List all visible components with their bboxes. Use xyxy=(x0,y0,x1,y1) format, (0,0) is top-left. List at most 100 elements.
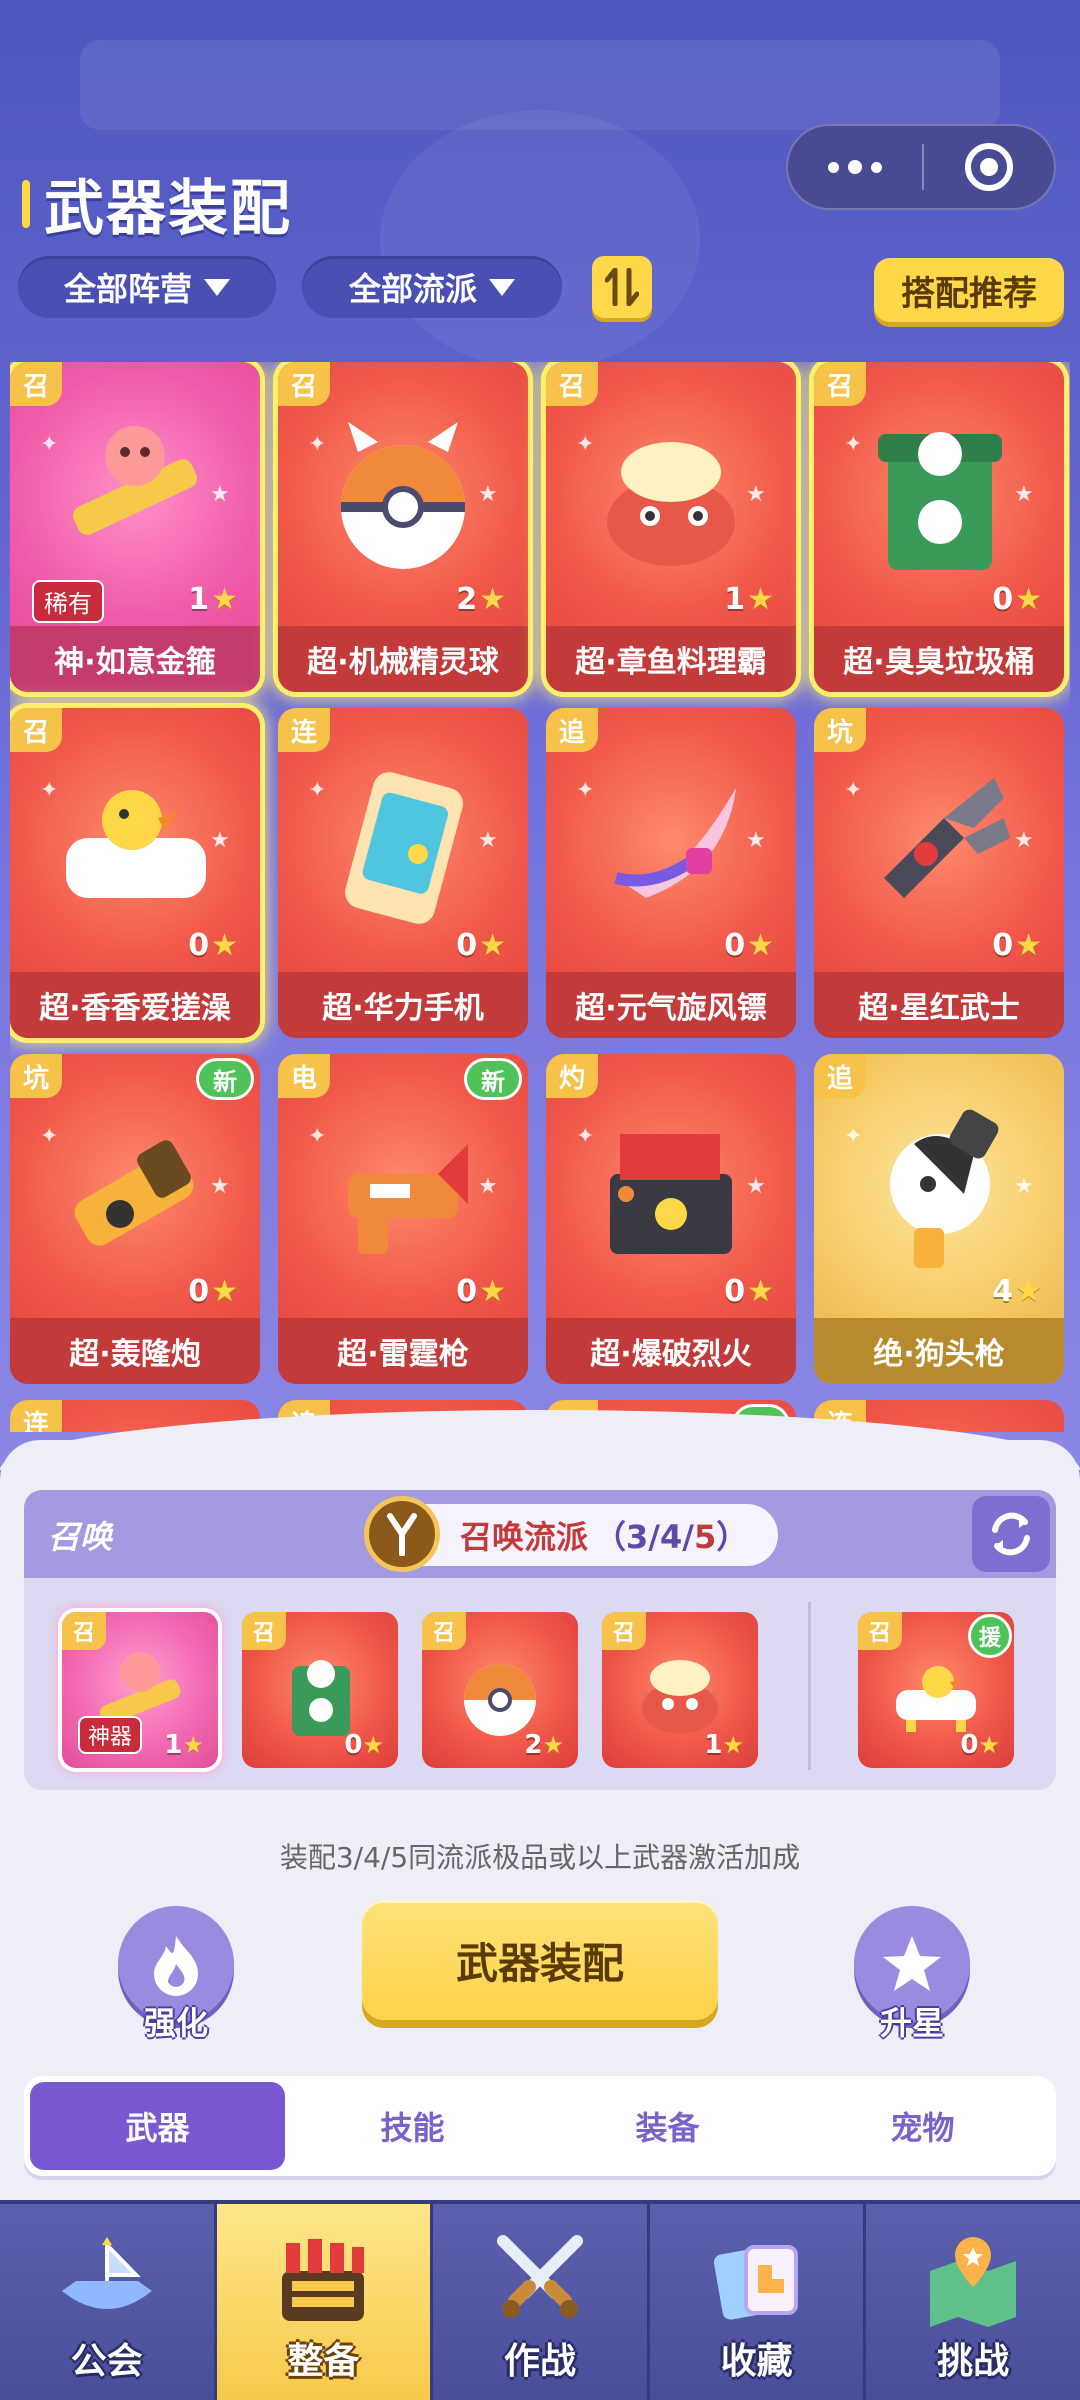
weapon-card[interactable]: ✦ ★ 坑新 0 ★ 超·轰隆炮 xyxy=(10,1054,260,1384)
weapon-art xyxy=(73,426,197,535)
camp-filter-label: 全部阵营 xyxy=(63,270,192,308)
more-button[interactable] xyxy=(788,160,922,174)
weapon-name: 神·如意金箍 xyxy=(10,626,260,692)
weapon-type-tag: 坑 xyxy=(814,708,866,752)
star-icon: ★ xyxy=(747,928,774,963)
weapon-art xyxy=(890,1109,999,1268)
weapon-card[interactable]: ✦ ★ 召稀有 1 ★ 神·如意金箍 xyxy=(10,362,260,692)
star-count: 0 ★ xyxy=(456,1274,506,1309)
weapon-art xyxy=(345,772,463,924)
page-title-text: 武器装配 xyxy=(44,174,292,244)
tab-weapons[interactable]: 武器 xyxy=(30,2082,285,2170)
weapon-card[interactable]: ✦ ★ 电新 0 ★ 超·雷霆枪 xyxy=(278,1054,528,1384)
weapon-card[interactable]: ✦ ★ 召 0 ★ 超·香香爱搓澡 xyxy=(10,708,260,1038)
assist-slot[interactable]: 召 援 0 ★ xyxy=(858,1612,1014,1768)
nav-challenge[interactable]: 挑战 xyxy=(866,2204,1080,2400)
weapon-art xyxy=(66,790,206,898)
more-dot-icon xyxy=(848,160,862,174)
flame-icon xyxy=(154,1936,198,1996)
slot-divider xyxy=(808,1602,811,1770)
map-pin-icon xyxy=(913,2226,1033,2336)
weapon-art xyxy=(610,1134,732,1254)
weapon-type-tag: 召 xyxy=(10,362,62,406)
cards-icon xyxy=(697,2226,817,2336)
star-count: 0 ★ xyxy=(992,928,1042,963)
nav-guild[interactable]: 公会 xyxy=(0,2204,217,2400)
tab-pets[interactable]: 宠物 xyxy=(795,2082,1050,2170)
star-count: 1 ★ xyxy=(188,582,238,617)
camp-filter-dropdown[interactable]: 全部阵营 xyxy=(18,256,276,318)
new-badge: 新 xyxy=(196,1058,254,1100)
tab-skills[interactable]: 技能 xyxy=(285,2082,540,2170)
summon-school-icon xyxy=(364,1496,440,1572)
equip-weapon-button[interactable]: 武器装配 xyxy=(362,1900,718,2020)
star-count: 0 ★ xyxy=(960,1730,1000,1760)
weapon-grid: ✦ ★ 召稀有 1 ★ 神·如意金箍 ✦ ★ 召 2 ★ 超·机械精灵球 ✦ ★ 召 1 ★ 超·章鱼料理霸 ✦ ★ 召… xyxy=(10,362,1070,1432)
weapon-type-tag: 召 xyxy=(858,1612,902,1650)
weapon-art xyxy=(614,788,736,898)
weapon-type-tag: 召 xyxy=(242,1612,286,1650)
weapon-type-tag: 召 xyxy=(422,1612,466,1650)
equipped-weapon-slot[interactable]: 召 1 ★ xyxy=(602,1612,758,1768)
weapon-card[interactable]: ✦ ★ 召 2 ★ 超·机械精灵球 xyxy=(278,362,528,692)
target-icon xyxy=(965,143,1013,191)
school-filter-dropdown[interactable]: 全部流派 xyxy=(302,256,562,318)
weapon-name: 超·轰隆炮 xyxy=(10,1318,260,1384)
nav-collection[interactable]: 收藏 xyxy=(649,2204,867,2400)
star-icon: ★ xyxy=(479,1274,506,1309)
nav-battle-label: 作战 xyxy=(503,2341,576,2382)
star-icon xyxy=(883,1936,941,1991)
weapon-type-tag: 召 xyxy=(814,362,866,406)
weapon-type-tag: 追 xyxy=(814,1054,866,1098)
category-tabs: 武器 技能 装备 宠物 xyxy=(24,2076,1056,2176)
weapon-type-tag: 灼 xyxy=(546,1054,598,1098)
weapon-type-tag: 召 xyxy=(278,362,330,406)
weapon-card[interactable]: ✦ ★ 追 4 ★ 绝·狗头枪 xyxy=(814,1054,1064,1384)
crossed-swords-icon xyxy=(480,2226,600,2336)
equipped-weapon-slot[interactable]: 召神器 1 ★ xyxy=(62,1612,218,1768)
weapon-card[interactable]: ✦ ★ 召 0 ★ 超·臭臭垃圾桶 xyxy=(814,362,1064,692)
star-count: 1 ★ xyxy=(724,582,774,617)
equipped-weapon-slot[interactable]: 召 0 ★ xyxy=(242,1612,398,1768)
chevron-down-icon xyxy=(204,278,230,296)
equipped-weapon-slot[interactable]: 召 2 ★ xyxy=(422,1612,578,1768)
weapon-name: 超·章鱼料理霸 xyxy=(546,626,796,692)
weapon-name: 超·机械精灵球 xyxy=(278,626,528,692)
star-icon: ★ xyxy=(1015,1274,1042,1309)
weapon-type-tag: 连 xyxy=(10,1400,62,1432)
weapon-name: 超·元气旋风镖 xyxy=(546,972,796,1038)
weapon-art xyxy=(884,778,1010,898)
star-icon: ★ xyxy=(211,582,238,617)
nav-collection-label: 收藏 xyxy=(720,2341,793,2382)
nav-battle[interactable]: 作战 xyxy=(433,2204,650,2400)
star-count: 0 ★ xyxy=(188,1274,238,1309)
weapon-name: 超·雷霆枪 xyxy=(278,1318,528,1384)
recommend-button[interactable]: 搭配推荐 xyxy=(874,258,1064,322)
weapon-card[interactable]: ✦ ★ 坑 0 ★ 超·星红武士 xyxy=(814,708,1064,1038)
strengthen-label: 强化 xyxy=(143,2004,208,2042)
nav-challenge-label: 挑战 xyxy=(937,2341,1010,2382)
guild-ship-icon xyxy=(47,2226,167,2336)
weapon-art xyxy=(642,1660,718,1734)
weapon-name: 绝·狗头枪 xyxy=(814,1318,1064,1384)
sort-icon xyxy=(605,268,639,306)
star-count: 0 ★ xyxy=(456,928,506,963)
weapon-type-tag: 召 xyxy=(602,1612,646,1650)
tab-equipment[interactable]: 装备 xyxy=(540,2082,795,2170)
weapon-card[interactable]: ✦ ★ 召 1 ★ 超·章鱼料理霸 xyxy=(546,362,796,692)
dynamite-icon xyxy=(263,2226,383,2336)
refresh-button[interactable] xyxy=(972,1496,1050,1572)
weapon-card[interactable]: ✦ ★ 灼 0 ★ 超·爆破烈火 xyxy=(546,1054,796,1384)
close-miniprogram-button[interactable] xyxy=(924,143,1054,191)
star-icon: ★ xyxy=(211,1274,238,1309)
weapon-art xyxy=(341,422,465,569)
nav-prepare[interactable]: 整备 xyxy=(216,2204,434,2400)
weapon-card[interactable]: ✦ ★ 连 0 ★ 超·华力手机 xyxy=(278,708,528,1038)
weapon-card[interactable]: ✦ ★ 追 0 ★ 超·元气旋风镖 xyxy=(546,708,796,1038)
weapon-name: 超·爆破烈火 xyxy=(546,1318,796,1384)
title-accent xyxy=(22,179,30,228)
sort-button[interactable] xyxy=(592,256,652,318)
rarity-badge: 神器 xyxy=(78,1716,143,1754)
star-icon: ★ xyxy=(1015,928,1042,963)
page-title: 武器装配 xyxy=(22,160,292,247)
